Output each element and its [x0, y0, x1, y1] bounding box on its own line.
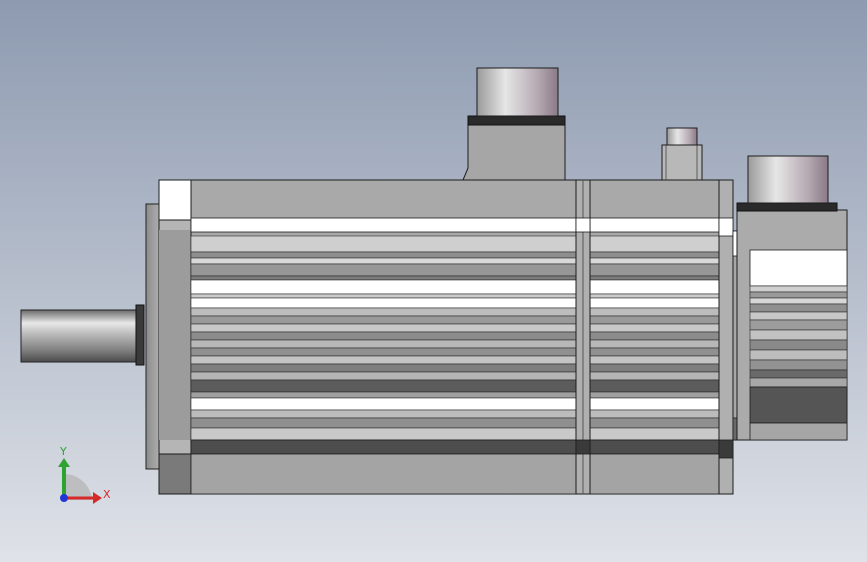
- encoder-fin: [749, 297, 848, 305]
- z-axis-dot: [60, 494, 68, 502]
- cooling-fin: [190, 363, 734, 373]
- cooling-fin: [190, 379, 734, 393]
- cooling-fin: [190, 409, 734, 419]
- cooling-fin: [190, 307, 734, 317]
- cooling-fin: [190, 263, 734, 277]
- cooling-fin: [190, 391, 734, 399]
- cooling-fin: [190, 279, 734, 295]
- encoder-fin: [749, 319, 848, 331]
- cooling-fin: [190, 371, 734, 381]
- cooling-fin: [190, 251, 734, 259]
- y-axis-label: Y: [59, 445, 67, 458]
- cooling-fin: [190, 355, 734, 365]
- motor-shaft[interactable]: [20, 304, 145, 366]
- encoder-fin: [749, 285, 848, 293]
- encoder-fin: [749, 377, 848, 388]
- cooling-fin: [190, 427, 734, 441]
- cooling-fin: [190, 293, 734, 299]
- cooling-fin: [190, 257, 734, 265]
- cooling-fin: [190, 339, 734, 349]
- cooling-fin: [190, 397, 734, 411]
- cooling-fin: [190, 315, 734, 325]
- cooling-fin: [190, 347, 734, 357]
- encoder-fin: [749, 339, 848, 351]
- front-flange[interactable]: [145, 179, 192, 495]
- encoder-fin: [749, 311, 848, 321]
- encoder-fin: [749, 303, 848, 313]
- cooling-fin: [190, 235, 734, 253]
- servo-motor-model[interactable]: Y X: [0, 0, 867, 562]
- power-connector[interactable]: [462, 67, 566, 181]
- cooling-fin: [190, 275, 734, 281]
- cooling-fin: [190, 331, 734, 341]
- cad-viewport[interactable]: Y X: [0, 0, 867, 562]
- encoder-fin: [749, 291, 848, 299]
- signal-connector[interactable]: [661, 127, 703, 181]
- x-axis-label: X: [103, 488, 111, 501]
- encoder-fin: [749, 369, 848, 379]
- encoder-fin: [749, 329, 848, 341]
- main-housing[interactable]: [190, 179, 734, 495]
- cooling-fin: [190, 417, 734, 429]
- encoder-fin: [749, 359, 848, 371]
- cooling-fin: [190, 323, 734, 333]
- encoder-fin: [749, 349, 848, 361]
- cooling-fin: [190, 297, 734, 309]
